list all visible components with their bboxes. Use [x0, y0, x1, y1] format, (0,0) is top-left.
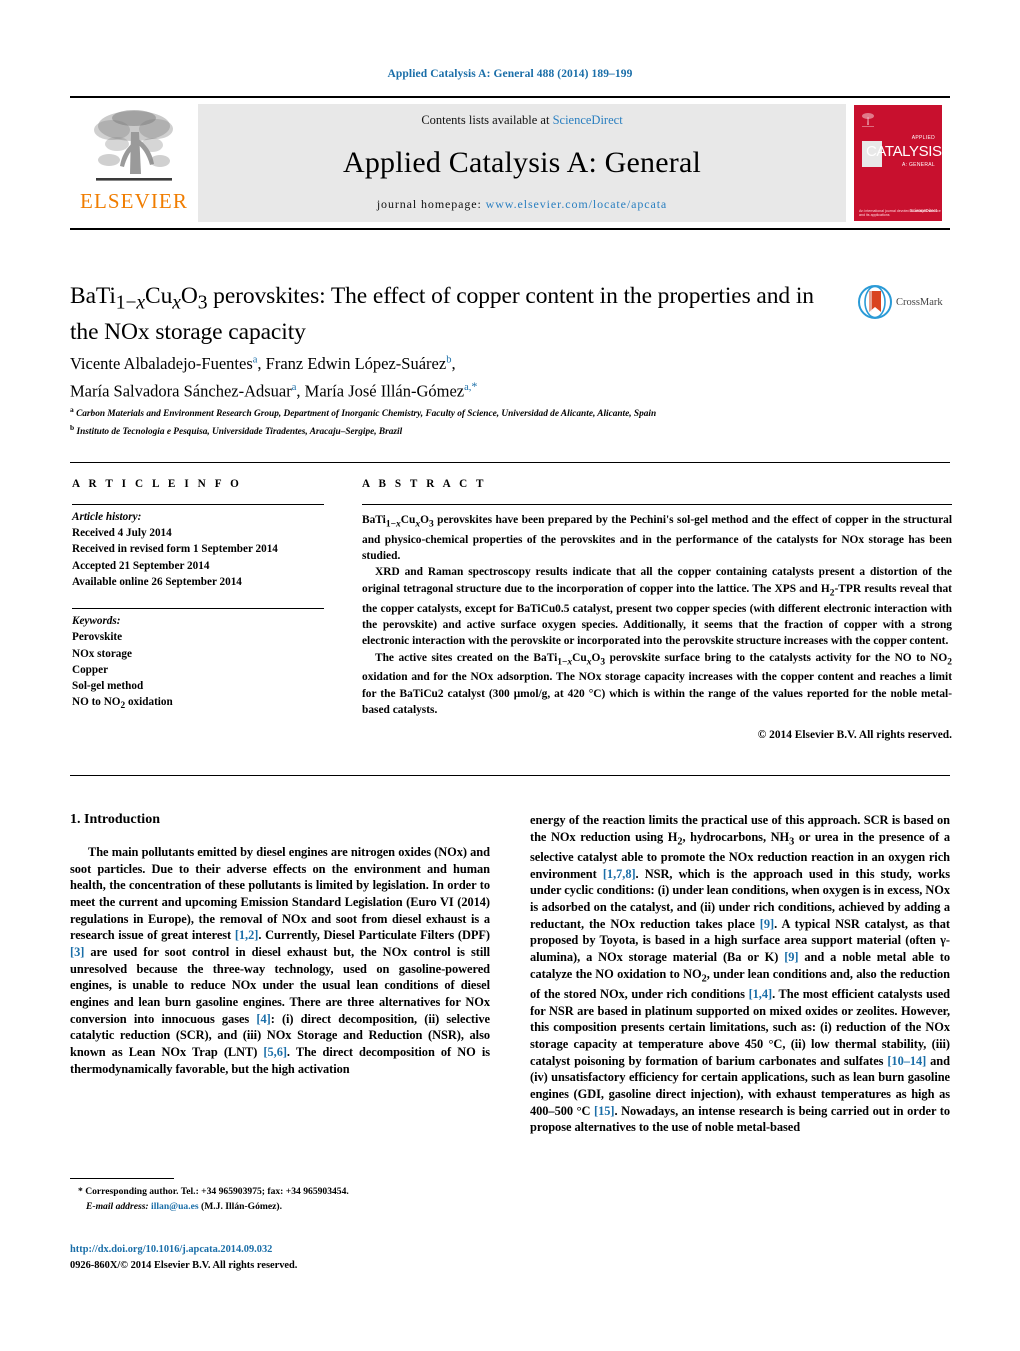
- cover-sciencedirect-mark: ScienceDirect: [909, 208, 937, 214]
- history-item-accepted: Accepted 21 September 2014: [72, 559, 210, 572]
- author-1-affil-marker: a: [252, 354, 258, 366]
- abstract-copyright: © 2014 Elsevier B.V. All rights reserved…: [757, 729, 952, 742]
- citation-15[interactable]: [15]: [594, 1104, 615, 1118]
- citation-9-b[interactable]: [9]: [784, 950, 798, 964]
- affiliation-a-text: Carbon Materials and Environment Researc…: [76, 409, 657, 420]
- author-1: Vicente Albaladejo-Fuentes: [70, 354, 253, 373]
- introduction-right-text: energy of the reaction limits the practi…: [530, 812, 950, 1136]
- introduction-left-text: The main pollutants emitted by diesel en…: [70, 844, 490, 1077]
- journal-article-page: Applied Catalysis A: General 488 (2014) …: [0, 0, 1020, 1351]
- cover-title: CATALYSIS: [866, 143, 942, 160]
- journal-masthead: ELSEVIER Contents lists available at Sci…: [70, 96, 950, 230]
- article-history-label: Article history:: [72, 511, 142, 523]
- article-history-block: Article history: Received 4 July 2014 Re…: [72, 505, 324, 590]
- elsevier-wordmark: ELSEVIER: [80, 189, 188, 213]
- abstract-column: A B S T R A C T BaTi1−xCuxO3 perovskites…: [362, 478, 952, 744]
- article-info-column: A R T I C L E I N F O Article history: R…: [72, 478, 324, 714]
- keyword-sol-gel: Sol-gel method: [72, 680, 144, 693]
- footnote-email-label: E-mail address:: [86, 1200, 149, 1212]
- citation-1-2[interactable]: [1,2]: [235, 928, 259, 942]
- footnote-rule: [70, 1178, 174, 1179]
- keywords-block: Keywords: Perovskite NOx storage Copper …: [72, 604, 324, 714]
- author-2-affil-marker: b: [446, 354, 452, 366]
- author-list: Vicente Albaladejo-Fuentesa, Franz Edwin…: [70, 354, 478, 401]
- homepage-prefix: journal homepage:: [376, 197, 486, 211]
- cover-top-label: APPLIED: [911, 135, 935, 141]
- crossmark-icon: [858, 285, 892, 319]
- keywords-label: Keywords:: [72, 615, 121, 628]
- introduction-heading: 1. Introduction: [70, 812, 160, 827]
- citation-5-6[interactable]: [5,6]: [263, 1045, 287, 1059]
- affiliation-a-marker: a: [70, 405, 74, 414]
- corresponding-author-footnote: * Corresponding author. Tel.: +34 965903…: [70, 1178, 490, 1215]
- footnote-email-line: E-mail address: illan@ua.es (M.J. Illán-…: [70, 1200, 490, 1215]
- abstract-paragraph-1: BaTi1−xCuxO3 perovskites have been prepa…: [362, 514, 952, 563]
- journal-homepage-line: journal homepage: www.elsevier.com/locat…: [377, 197, 667, 212]
- intro-paragraph-left: The main pollutants emitted by diesel en…: [70, 845, 490, 1076]
- history-item-online: Available online 26 September 2014: [72, 575, 242, 588]
- abstract-heading: A B S T R A C T: [362, 478, 487, 490]
- keyword-nox-storage: NOx storage: [72, 647, 132, 660]
- history-item-revised: Received in revised form 1 September 201…: [72, 543, 278, 556]
- journal-homepage-link[interactable]: www.elsevier.com/locate/apcata: [486, 197, 667, 211]
- history-item-received: Received 4 July 2014: [72, 527, 172, 540]
- running-head: Applied Catalysis A: General 488 (2014) …: [387, 68, 633, 80]
- intro-paragraph-right: energy of the reaction limits the practi…: [530, 813, 951, 1135]
- cover-bottom-label: A: GENERAL: [901, 162, 935, 168]
- elsevier-logo-block: ELSEVIER: [70, 98, 198, 228]
- citation-9[interactable]: [9]: [760, 917, 774, 931]
- keyword-no-oxidation: NO to NO2 oxidation: [72, 696, 173, 712]
- doi-link[interactable]: http://dx.doi.org/10.1016/j.apcata.2014.…: [70, 1242, 500, 1258]
- cover-elsevier-tree-icon: [862, 113, 874, 127]
- author-4: María José Illán-Gómez: [304, 381, 465, 401]
- journal-title: Applied Catalysis A: General: [342, 145, 702, 179]
- article-info-heading: A R T I C L E I N F O: [72, 478, 242, 490]
- citation-1-4[interactable]: [1,4]: [749, 987, 773, 1001]
- crossmark-label: CrossMark: [896, 296, 943, 308]
- keyword-perovskite: Perovskite: [72, 631, 123, 644]
- abstract-paragraph-3: The active sites created on the BaTi1−xC…: [362, 651, 952, 716]
- journal-band: Contents lists available at ScienceDirec…: [198, 104, 846, 222]
- footnote-email-link[interactable]: illan@ua.es: [151, 1201, 199, 1212]
- contents-prefix: Contents lists available at: [421, 113, 553, 127]
- page-title: BaTi1−xCuxO3 perovskites: The effect of …: [70, 283, 814, 345]
- info-section-top-rule: [70, 462, 950, 463]
- affiliation-a: a Carbon Materials and Environment Resea…: [70, 404, 950, 422]
- sciencedirect-link[interactable]: ScienceDirect: [553, 113, 623, 127]
- info-section-bottom-rule: [70, 775, 950, 776]
- footnote-email-owner: (M.J. Illán-Gómez).: [201, 1200, 283, 1212]
- title-wrap: BaTi1−xCuxO3 perovskites: The effect of …: [70, 281, 840, 348]
- issn-copyright-line: 0926-860X/© 2014 Elsevier B.V. All right…: [70, 1259, 298, 1271]
- journal-cover-image: APPLIED CATALYSIS A: GENERAL An internat…: [854, 105, 942, 221]
- citation-10-14[interactable]: [10–14]: [887, 1054, 926, 1068]
- abstract-body: BaTi1−xCuxO3 perovskites have been prepa…: [362, 505, 952, 744]
- elsevier-tree-icon: [94, 110, 173, 181]
- author-4-affil-marker: a,*: [464, 378, 478, 393]
- affiliation-b-text: Instituto de Tecnologia e Pesquisa, Univ…: [76, 427, 403, 438]
- citation-1-7-8[interactable]: [1,7,8]: [603, 867, 636, 881]
- citation-3[interactable]: [3]: [70, 945, 84, 959]
- footer-doi-block: http://dx.doi.org/10.1016/j.apcata.2014.…: [70, 1242, 500, 1273]
- footnote-corresponding-text: Corresponding author. Tel.: +34 96590397…: [85, 1186, 349, 1197]
- body-column-left: 1. Introduction The main pollutants emit…: [70, 812, 490, 1077]
- crossmark-badge[interactable]: CrossMark: [858, 285, 962, 319]
- affiliation-b: b Instituto de Tecnologia e Pesquisa, Un…: [70, 422, 950, 440]
- author-2: Franz Edwin López-Suárez: [265, 354, 447, 373]
- contents-lists-line: Contents lists available at ScienceDirec…: [421, 113, 622, 128]
- affiliation-b-marker: b: [70, 423, 75, 433]
- affiliation-list: a Carbon Materials and Environment Resea…: [70, 404, 950, 440]
- author-3-affil-marker: a: [291, 381, 297, 393]
- footnote-corresponding-line: * Corresponding author. Tel.: +34 965903…: [78, 1186, 349, 1197]
- keyword-copper: Copper: [72, 663, 109, 676]
- journal-cover-block: APPLIED CATALYSIS A: GENERAL An internat…: [846, 98, 950, 228]
- body-column-right: energy of the reaction limits the practi…: [530, 812, 950, 1136]
- article-info-rule-2: [72, 608, 324, 610]
- author-3: María Salvadora Sánchez-Adsuar: [70, 381, 292, 401]
- abstract-paragraph-2: XRD and Raman spectroscopy results indic…: [362, 566, 952, 648]
- citation-4[interactable]: [4]: [256, 1012, 270, 1026]
